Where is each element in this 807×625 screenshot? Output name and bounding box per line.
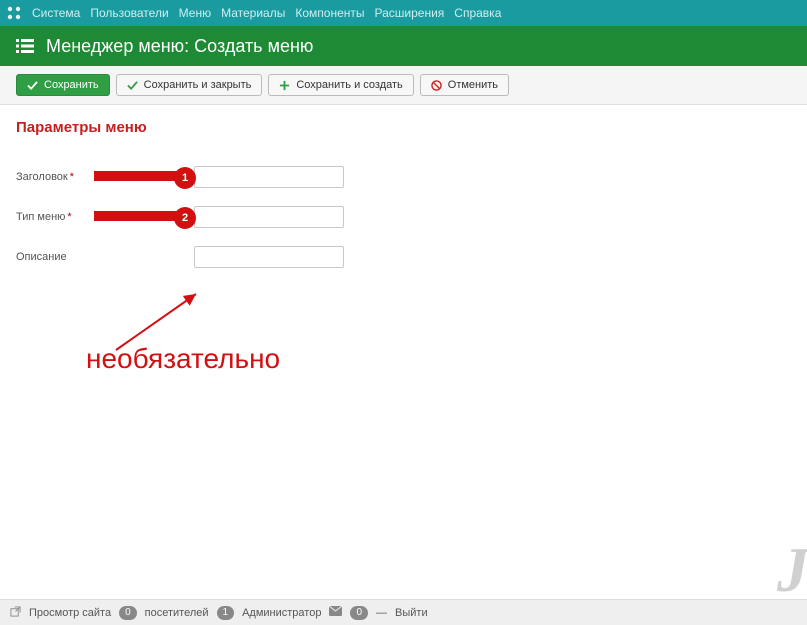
save-button-label: Сохранить — [44, 79, 99, 91]
visitors-label: посетителей — [145, 607, 209, 619]
page-title: Менеджер меню: Создать меню — [46, 36, 313, 57]
top-menu-bar: Система Пользователи Меню Материалы Комп… — [0, 0, 807, 26]
messages-count-badge: 0 — [350, 606, 368, 620]
callout-arrow-1: 1 — [94, 167, 194, 187]
visitors-count-badge: 0 — [119, 606, 137, 620]
callout-arrow-2: 2 — [94, 207, 194, 227]
save-new-label: Сохранить и создать — [296, 79, 402, 91]
nav-content[interactable]: Материалы — [221, 6, 285, 20]
cancel-icon — [431, 80, 442, 91]
action-toolbar: Сохранить Сохранить и закрыть Сохранить … — [0, 66, 807, 105]
form-row-description: Описание — [16, 246, 791, 268]
spacer — [94, 247, 194, 267]
callout-badge-1: 1 — [174, 167, 196, 189]
save-close-label: Сохранить и закрыть — [144, 79, 252, 91]
save-close-button[interactable]: Сохранить и закрыть — [116, 74, 263, 96]
nav-system[interactable]: Система — [32, 6, 80, 20]
admins-label: Администратор — [242, 607, 321, 619]
plus-icon — [279, 80, 290, 91]
external-icon — [10, 606, 21, 620]
callout-badge-2: 2 — [174, 207, 196, 229]
annotation-optional-text: необязательно — [86, 343, 280, 375]
joomla-logo-icon — [6, 5, 22, 21]
required-star: * — [70, 171, 74, 183]
preview-site-link[interactable]: Просмотр сайта — [29, 607, 111, 619]
dash-separator: — — [376, 607, 387, 619]
annotation-area: необязательно — [16, 288, 791, 388]
nav-help[interactable]: Справка — [454, 6, 501, 20]
nav-components[interactable]: Компоненты — [295, 6, 364, 20]
nav-users[interactable]: Пользователи — [90, 6, 168, 20]
form-row-type: Тип меню* 2 — [16, 206, 791, 228]
form-row-title: Заголовок* 1 — [16, 166, 791, 188]
nav-menu[interactable]: Меню — [179, 6, 211, 20]
save-button[interactable]: Сохранить — [16, 74, 110, 96]
title-label: Заголовок* — [16, 171, 94, 183]
check-icon — [27, 80, 38, 91]
list-icon — [16, 37, 34, 55]
description-label: Описание — [16, 251, 94, 263]
cancel-label: Отменить — [448, 79, 498, 91]
section-heading: Параметры меню — [16, 119, 791, 136]
logout-link[interactable]: Выйти — [395, 607, 428, 619]
cancel-button[interactable]: Отменить — [420, 74, 509, 96]
check-icon — [127, 80, 138, 91]
nav-extensions[interactable]: Расширения — [375, 6, 445, 20]
required-star: * — [67, 211, 71, 223]
mail-icon — [329, 606, 342, 619]
admins-count-badge: 1 — [217, 606, 235, 620]
type-input[interactable] — [194, 206, 344, 228]
status-bar: Просмотр сайта 0 посетителей 1 Администр… — [0, 599, 807, 625]
save-new-button[interactable]: Сохранить и создать — [268, 74, 413, 96]
page-title-bar: Менеджер меню: Создать меню — [0, 26, 807, 66]
title-input[interactable] — [194, 166, 344, 188]
description-input[interactable] — [194, 246, 344, 268]
type-label: Тип меню* — [16, 211, 94, 223]
watermark-letter: J — [777, 533, 807, 607]
content-area: Параметры меню Заголовок* 1 Тип меню* — [0, 105, 807, 402]
